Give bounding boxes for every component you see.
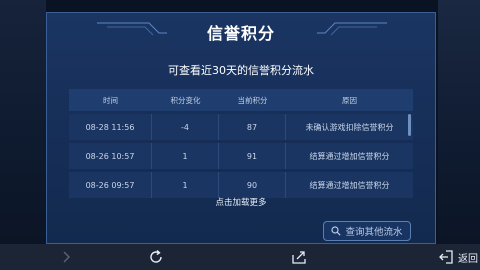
back-icon <box>439 250 453 264</box>
page-title: 信誉积分 <box>206 24 275 43</box>
cell-current: 87 <box>219 114 286 140</box>
table-row: 08-26 09:57 1 90 结算通过增加信誉积分 <box>69 172 413 198</box>
search-icon <box>331 226 342 236</box>
back-label: 返回 <box>458 253 478 265</box>
header-reason: 原因 <box>342 95 357 105</box>
table-row: 08-26 10:57 1 91 结算通过增加信誉积分 <box>69 143 413 169</box>
share-button[interactable] <box>291 244 307 270</box>
chevron-right-icon <box>63 251 70 263</box>
cell-time: 08-26 09:57 <box>69 172 152 198</box>
load-more-link[interactable]: 点击加载更多 <box>47 196 435 208</box>
refresh-button[interactable] <box>148 244 164 270</box>
cell-reason: 未确认游戏扣除信誉积分 <box>305 122 394 132</box>
refresh-icon <box>150 249 162 263</box>
background-right <box>438 0 480 244</box>
cell-change: -4 <box>152 114 219 140</box>
header-change: 积分变化 <box>170 95 201 105</box>
table-header: 时间 积分变化 当前积分 原因 <box>69 89 413 111</box>
table-row: 08-28 11:56 -4 87 未确认游戏扣除信誉积分 <box>69 114 413 140</box>
back-button[interactable]: 返回 <box>438 244 478 270</box>
header-current: 当前积分 <box>237 95 268 105</box>
table-scrollbar[interactable] <box>408 114 411 136</box>
score-history-table: 时间 积分变化 当前积分 原因 08-28 11:56 -4 87 未确认游戏扣… <box>69 89 413 198</box>
title-bar: 信誉积分 <box>47 13 435 47</box>
background-left <box>0 0 46 244</box>
header-time: 时间 <box>103 95 118 105</box>
cell-current: 91 <box>219 143 286 169</box>
cell-time: 08-26 10:57 <box>69 143 152 169</box>
forward-button[interactable] <box>62 244 72 270</box>
cell-reason: 结算通过增加信誉积分 <box>309 180 390 190</box>
cell-change: 1 <box>152 143 219 169</box>
cell-change: 1 <box>152 172 219 198</box>
query-button-label: 查询其他流水 <box>345 227 403 238</box>
credit-score-panel: 信誉积分 可查看近30天的信誉积分流水 时间 积分变化 当前积分 原因 08-2… <box>46 12 436 244</box>
share-icon <box>292 251 306 264</box>
browser-bottom-bar: 返回 <box>0 244 480 270</box>
cell-current: 90 <box>219 172 286 198</box>
panel-subtitle: 可查看近30天的信誉积分流水 <box>168 64 314 77</box>
cell-time: 08-28 11:56 <box>69 114 152 140</box>
query-other-records-button[interactable]: 查询其他流水 <box>323 221 411 241</box>
cell-reason: 结算通过增加信誉积分 <box>309 151 390 161</box>
